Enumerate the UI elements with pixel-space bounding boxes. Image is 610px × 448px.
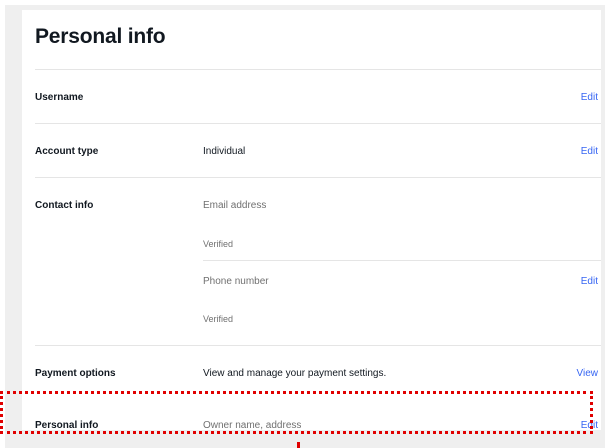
payment-options-label: Payment options bbox=[35, 368, 116, 379]
account-type-value: Individual bbox=[203, 146, 246, 157]
phone-edit-link[interactable]: Edit bbox=[581, 276, 598, 287]
divider bbox=[35, 69, 601, 70]
payment-options-value: View and manage your payment settings. bbox=[203, 368, 387, 379]
account-type-label: Account type bbox=[35, 146, 99, 157]
personal-info-card: Personal info Username Edit Account type… bbox=[22, 10, 601, 430]
arrow-pointer bbox=[297, 442, 300, 448]
username-edit-link[interactable]: Edit bbox=[581, 92, 598, 103]
email-address-label: Email address bbox=[203, 200, 267, 211]
divider bbox=[35, 345, 601, 346]
divider bbox=[35, 177, 601, 178]
page-title: Personal info bbox=[35, 25, 166, 48]
divider bbox=[203, 260, 601, 261]
contact-info-label: Contact info bbox=[35, 200, 94, 211]
personal-info-label: Personal info bbox=[35, 420, 99, 430]
payment-options-view-link[interactable]: View bbox=[577, 368, 599, 379]
phone-number-label: Phone number bbox=[203, 276, 269, 287]
account-type-edit-link[interactable]: Edit bbox=[581, 146, 598, 157]
username-label: Username bbox=[35, 92, 84, 103]
email-verified-status: Verified bbox=[203, 239, 234, 249]
personal-info-edit-link[interactable]: Edit bbox=[581, 420, 598, 430]
phone-verified-status: Verified bbox=[203, 314, 234, 324]
divider bbox=[35, 123, 601, 124]
personal-info-value: Owner name, address bbox=[203, 420, 302, 430]
page-background: Personal info Username Edit Account type… bbox=[5, 5, 605, 448]
